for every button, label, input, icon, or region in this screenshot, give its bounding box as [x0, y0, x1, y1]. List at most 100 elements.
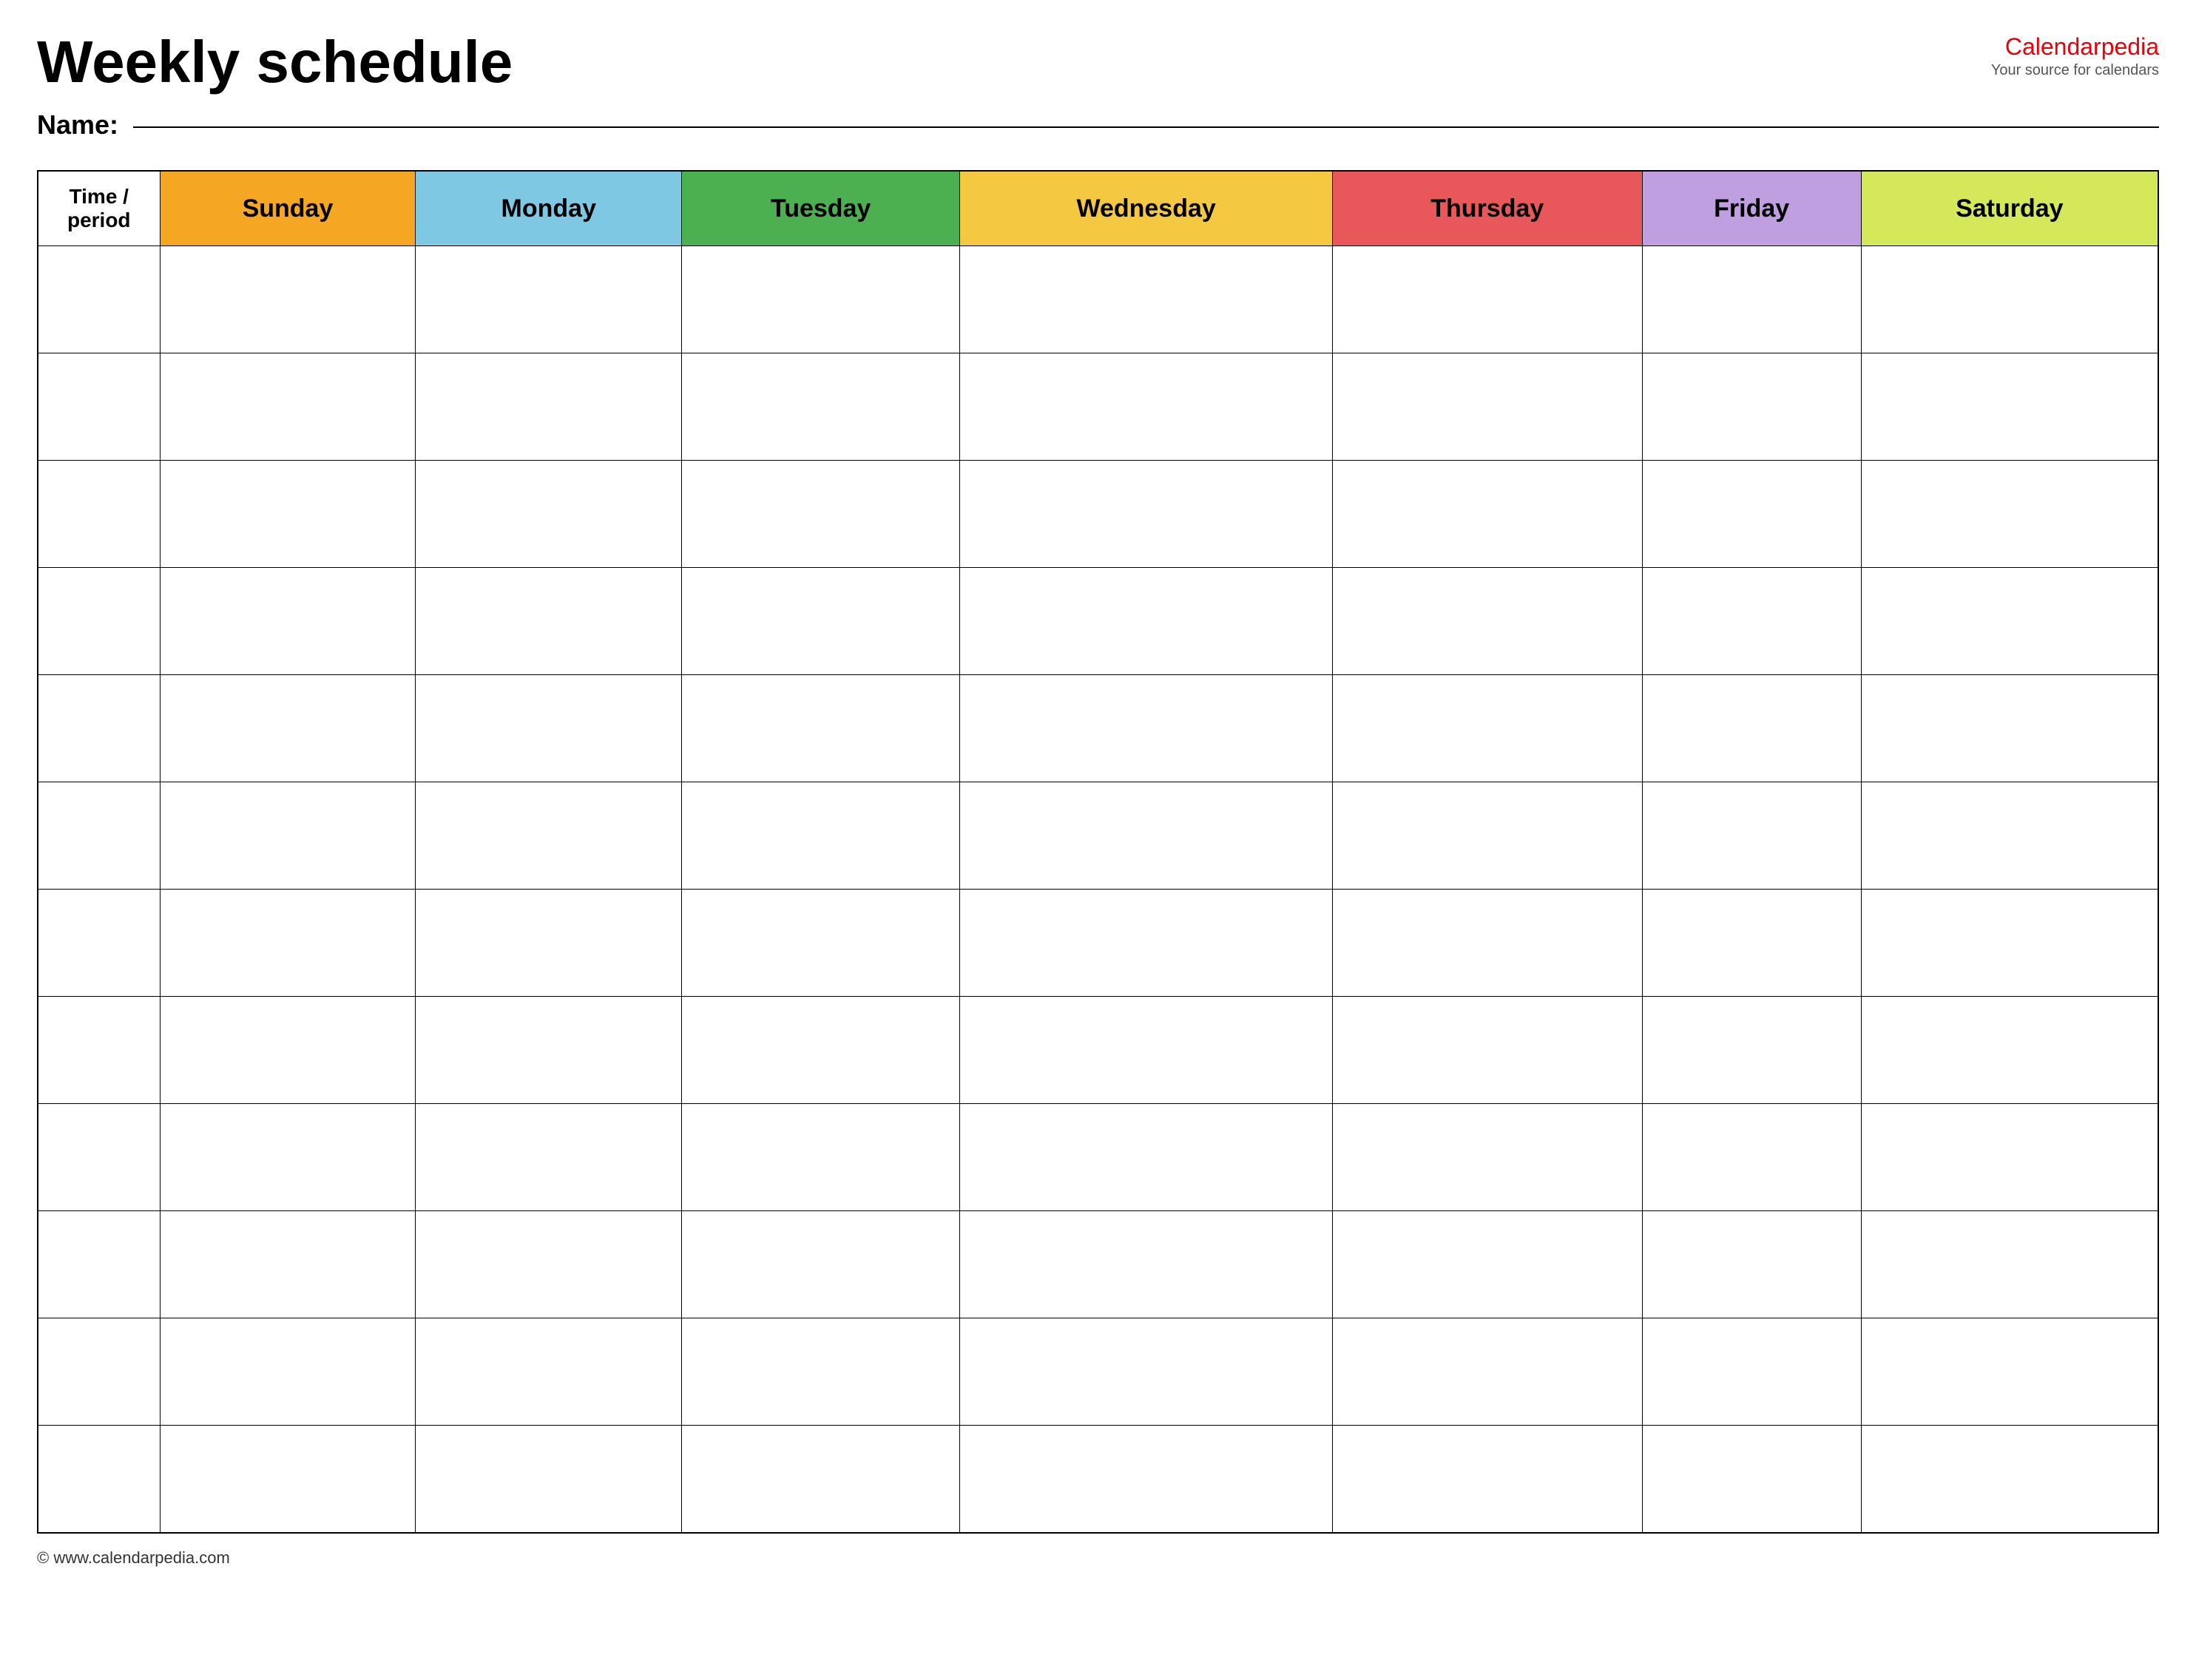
table-cell[interactable] — [960, 461, 1333, 568]
table-cell[interactable] — [160, 675, 416, 782]
table-cell[interactable] — [416, 1211, 682, 1318]
table-cell[interactable] — [38, 997, 160, 1104]
table-cell[interactable] — [1642, 675, 1861, 782]
table-cell[interactable] — [682, 246, 960, 353]
table-cell[interactable] — [1642, 568, 1861, 675]
table-cell[interactable] — [1642, 1318, 1861, 1426]
table-cell[interactable] — [416, 890, 682, 997]
table-cell[interactable] — [1861, 568, 2158, 675]
table-cell[interactable] — [960, 568, 1333, 675]
table-cell[interactable] — [38, 782, 160, 890]
table-cell[interactable] — [1332, 353, 1642, 461]
table-cell[interactable] — [160, 782, 416, 890]
table-cell[interactable] — [682, 1426, 960, 1533]
table-cell[interactable] — [1332, 461, 1642, 568]
table-cell[interactable] — [960, 782, 1333, 890]
table-cell[interactable] — [1642, 997, 1861, 1104]
table-cell[interactable] — [160, 1426, 416, 1533]
table-cell[interactable] — [160, 461, 416, 568]
table-cell[interactable] — [1332, 246, 1642, 353]
table-cell[interactable] — [160, 890, 416, 997]
table-cell[interactable] — [1332, 1318, 1642, 1426]
table-cell[interactable] — [38, 568, 160, 675]
table-cell[interactable] — [1861, 1104, 2158, 1211]
table-cell[interactable] — [1642, 1104, 1861, 1211]
table-cell[interactable] — [1332, 997, 1642, 1104]
table-cell[interactable] — [416, 568, 682, 675]
table-cell[interactable] — [160, 1104, 416, 1211]
table-cell[interactable] — [1332, 568, 1642, 675]
table-cell[interactable] — [1642, 246, 1861, 353]
table-cell[interactable] — [1332, 1104, 1642, 1211]
table-cell[interactable] — [38, 1426, 160, 1533]
table-cell[interactable] — [1642, 353, 1861, 461]
table-cell[interactable] — [1332, 675, 1642, 782]
table-cell[interactable] — [960, 890, 1333, 997]
table-cell[interactable] — [416, 675, 682, 782]
table-cell[interactable] — [38, 246, 160, 353]
table-cell[interactable] — [160, 246, 416, 353]
table-cell[interactable] — [1861, 461, 2158, 568]
table-cell[interactable] — [960, 1104, 1333, 1211]
table-cell[interactable] — [1332, 1211, 1642, 1318]
table-cell[interactable] — [682, 675, 960, 782]
table-cell[interactable] — [1642, 1426, 1861, 1533]
table-cell[interactable] — [1861, 1318, 2158, 1426]
table-cell[interactable] — [1332, 782, 1642, 890]
table-cell[interactable] — [416, 246, 682, 353]
table-cell[interactable] — [1861, 890, 2158, 997]
table-cell[interactable] — [1861, 782, 2158, 890]
table-row — [38, 1211, 2158, 1318]
table-cell[interactable] — [160, 1211, 416, 1318]
table-cell[interactable] — [38, 1104, 160, 1211]
table-cell[interactable] — [38, 353, 160, 461]
table-cell[interactable] — [416, 353, 682, 461]
table-cell[interactable] — [682, 568, 960, 675]
table-cell[interactable] — [38, 1211, 160, 1318]
table-cell[interactable] — [682, 353, 960, 461]
table-cell[interactable] — [1642, 890, 1861, 997]
table-cell[interactable] — [1861, 675, 2158, 782]
table-cell[interactable] — [1861, 997, 2158, 1104]
table-cell[interactable] — [960, 1211, 1333, 1318]
table-cell[interactable] — [960, 997, 1333, 1104]
table-cell[interactable] — [38, 461, 160, 568]
table-cell[interactable] — [416, 461, 682, 568]
table-cell[interactable] — [416, 997, 682, 1104]
table-cell[interactable] — [38, 675, 160, 782]
table-cell[interactable] — [960, 1318, 1333, 1426]
table-cell[interactable] — [160, 997, 416, 1104]
table-cell[interactable] — [1861, 246, 2158, 353]
table-cell[interactable] — [1861, 1211, 2158, 1318]
table-cell[interactable] — [416, 1318, 682, 1426]
table-cell[interactable] — [960, 675, 1333, 782]
table-cell[interactable] — [682, 890, 960, 997]
table-cell[interactable] — [416, 782, 682, 890]
table-row — [38, 890, 2158, 997]
table-cell[interactable] — [160, 1318, 416, 1426]
table-cell[interactable] — [1861, 1426, 2158, 1533]
table-cell[interactable] — [1861, 353, 2158, 461]
table-cell[interactable] — [38, 890, 160, 997]
col-header-monday: Monday — [416, 171, 682, 246]
table-cell[interactable] — [682, 1104, 960, 1211]
table-cell[interactable] — [1332, 890, 1642, 997]
table-cell[interactable] — [1642, 1211, 1861, 1318]
table-cell[interactable] — [682, 1211, 960, 1318]
table-cell[interactable] — [416, 1426, 682, 1533]
table-cell[interactable] — [682, 1318, 960, 1426]
table-cell[interactable] — [160, 353, 416, 461]
table-cell[interactable] — [416, 1104, 682, 1211]
table-cell[interactable] — [1332, 1426, 1642, 1533]
table-cell[interactable] — [960, 246, 1333, 353]
table-cell[interactable] — [38, 1318, 160, 1426]
table-cell[interactable] — [682, 461, 960, 568]
table-row — [38, 353, 2158, 461]
table-cell[interactable] — [1642, 782, 1861, 890]
table-cell[interactable] — [682, 997, 960, 1104]
table-cell[interactable] — [960, 1426, 1333, 1533]
table-cell[interactable] — [160, 568, 416, 675]
table-cell[interactable] — [960, 353, 1333, 461]
table-cell[interactable] — [682, 782, 960, 890]
table-cell[interactable] — [1642, 461, 1861, 568]
